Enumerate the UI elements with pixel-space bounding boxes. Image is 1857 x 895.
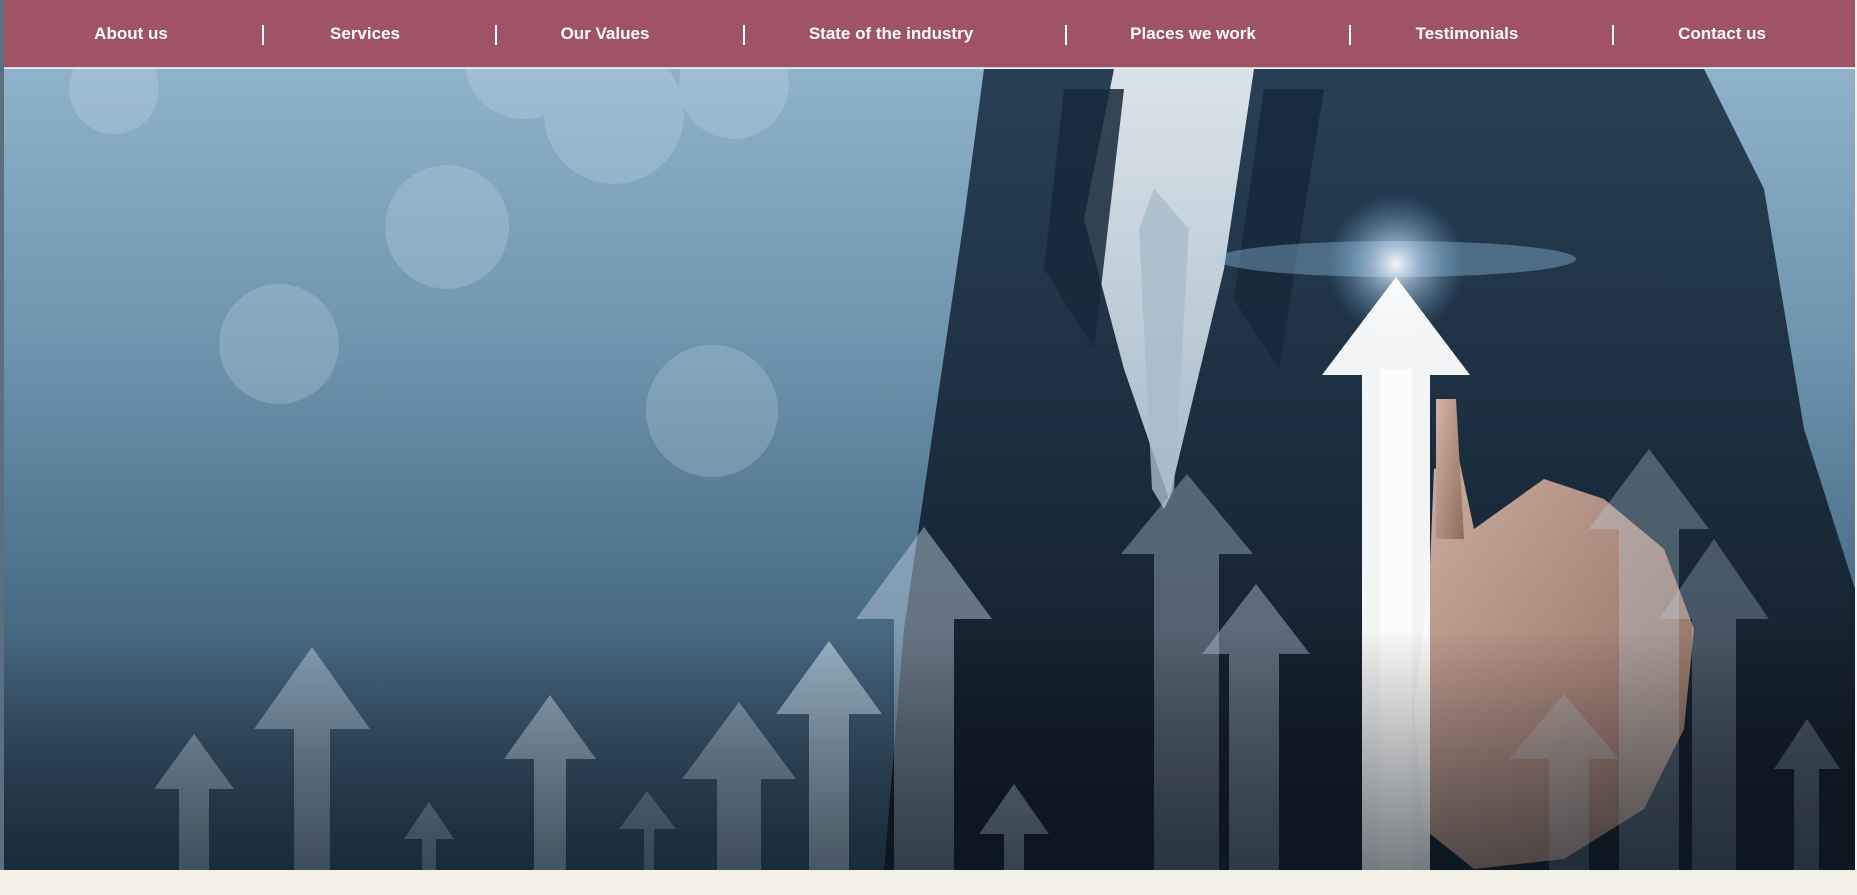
nav-separator: [743, 25, 745, 45]
nav-state-of-industry-link[interactable]: State of the industry: [809, 0, 973, 68]
top-navigation-bar: About us Services Our Values State of th…: [4, 0, 1855, 68]
page: About us Services Our Values State of th…: [0, 0, 1857, 895]
nav-testimonials-link[interactable]: Testimonials: [1416, 0, 1519, 68]
nav-places-we-work-link[interactable]: Places we work: [1130, 0, 1256, 68]
nav-our-values-link[interactable]: Our Values: [561, 0, 650, 68]
nav-separator: [495, 25, 497, 45]
nav-separator: [1612, 25, 1614, 45]
page-footer-strip: [0, 870, 1857, 895]
nav-separator: [1065, 25, 1067, 45]
bokeh-lights: [69, 69, 789, 477]
nav-services-link[interactable]: Services: [330, 0, 400, 68]
nav-about-us-link[interactable]: About us: [94, 0, 168, 68]
nav-separator: [1349, 25, 1351, 45]
nav-separator: [262, 25, 264, 45]
hero-banner-image: [4, 69, 1855, 870]
hero-illustration: [4, 69, 1855, 870]
nav-contact-us-link[interactable]: Contact us: [1678, 0, 1766, 68]
